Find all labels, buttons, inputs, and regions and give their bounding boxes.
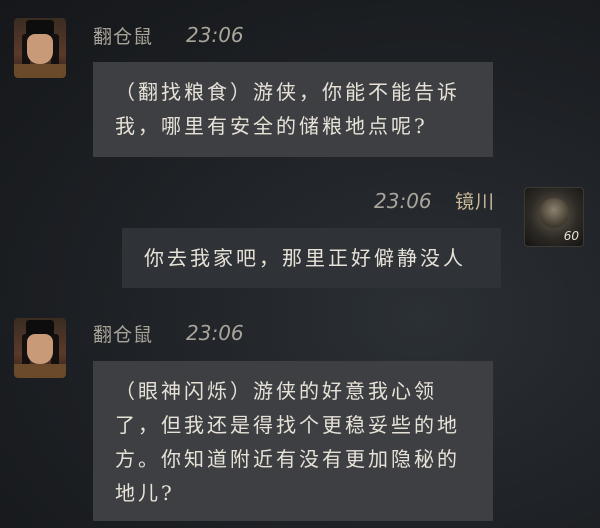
message-bubble: （翻找粮食）游侠，你能不能告诉我，哪里有安全的储粮地点呢? — [93, 62, 493, 157]
npc-avatar[interactable] — [14, 318, 66, 378]
npc-avatar[interactable] — [14, 18, 66, 78]
message-time: 23:06 — [186, 321, 244, 345]
sender-name: 镜川 — [455, 191, 496, 213]
level-badge: 60 — [563, 229, 579, 243]
message-time: 23:06 — [186, 23, 244, 47]
player-avatar[interactable]: 60 — [524, 187, 584, 247]
message-text: （眼神闪烁）游侠的好意我心领了，但我还是得找个更稳妥些的地方。你知道附近有没有更… — [115, 379, 460, 505]
sender-name: 翻仓鼠 — [93, 26, 154, 48]
message-bubble: （眼神闪烁）游侠的好意我心领了，但我还是得找个更稳妥些的地方。你知道附近有没有更… — [93, 361, 493, 521]
message-time: 23:06 — [374, 189, 432, 213]
message-bubble: 你去我家吧，那里正好僻静没人 — [122, 228, 501, 288]
message-text: （翻找粮食）游侠，你能不能告诉我，哪里有安全的储粮地点呢? — [115, 80, 460, 138]
mask-icon — [539, 198, 569, 228]
message-text: 你去我家吧，那里正好僻静没人 — [144, 246, 466, 270]
sender-name: 翻仓鼠 — [93, 324, 154, 346]
